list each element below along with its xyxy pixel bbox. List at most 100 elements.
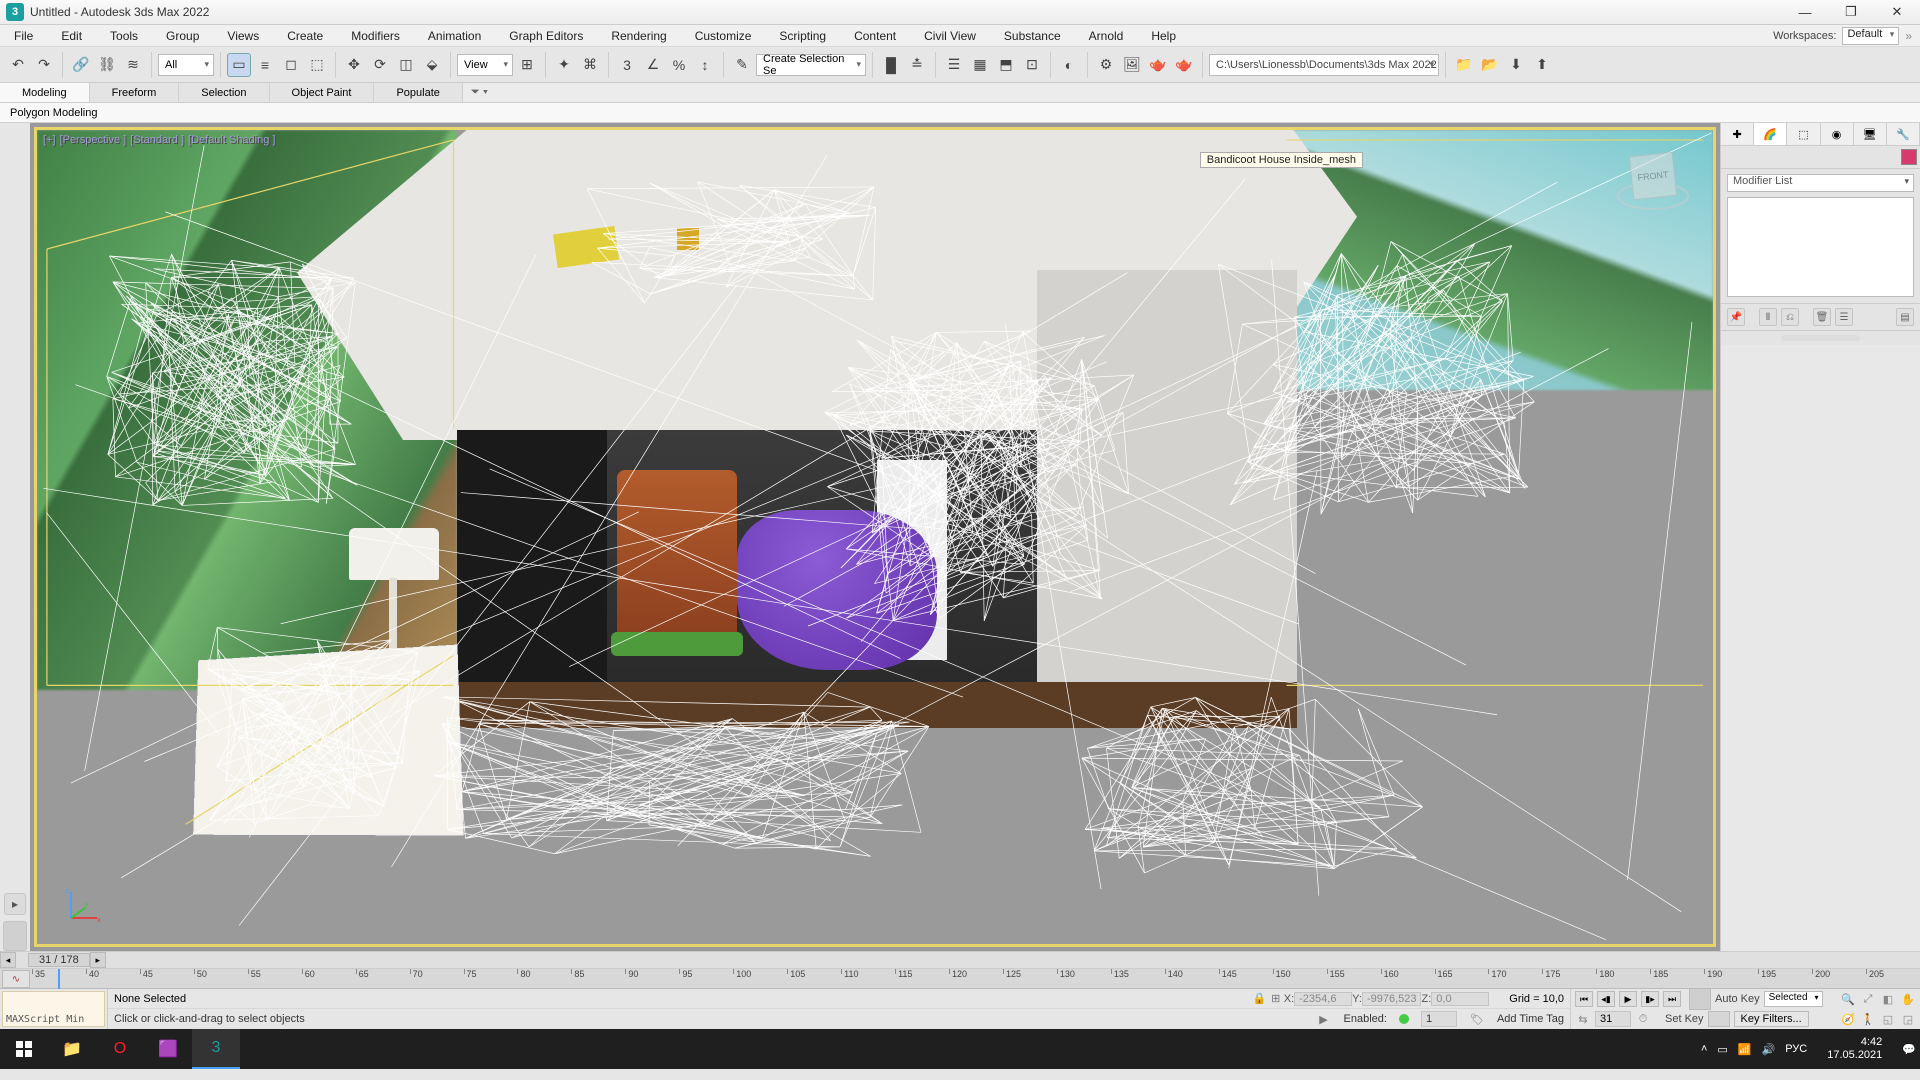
tray-notifications-icon[interactable]: 💬 (1902, 1043, 1916, 1056)
menu-create[interactable]: Create (273, 25, 337, 47)
z-field[interactable]: 0,0 (1431, 992, 1489, 1006)
selection-filter-dropdown[interactable]: All (158, 54, 214, 76)
import-button[interactable]: ⬇ (1504, 53, 1528, 77)
x-field[interactable]: -2354,6 (1294, 992, 1352, 1006)
current-frame-field[interactable]: 31 (1595, 1011, 1631, 1027)
system-tray[interactable]: ˄ ▭ 📶 🔊 РУС 4:42 17.05.2021 💬 (1701, 1036, 1920, 1062)
rectangle-region-button[interactable]: ◻ (279, 53, 303, 77)
cmd-tab-create[interactable]: ✚ (1721, 123, 1754, 145)
mirror-button[interactable]: ▐▌ (879, 53, 903, 77)
time-config-icon[interactable]: ⏱ (1635, 1011, 1651, 1027)
script-macro-icon[interactable]: ▶ (1316, 1011, 1332, 1027)
perspective-viewport[interactable]: [+] [Perspective ] [Standard ] [Default … (34, 127, 1716, 947)
link-button[interactable]: 🔗 (69, 53, 93, 77)
maximize-button[interactable]: ❐ (1828, 0, 1874, 25)
object-color-chip[interactable] (1901, 149, 1917, 165)
menu-animation[interactable]: Animation (414, 25, 495, 47)
scene-explorer-toggle-button[interactable]: ▸ (4, 893, 26, 915)
manipulate-button[interactable]: ✦ (552, 53, 576, 77)
scale-button[interactable]: ◫ (394, 53, 418, 77)
rotate-button[interactable]: ⟳ (368, 53, 392, 77)
stack-options-button[interactable]: ▤ (1896, 308, 1914, 326)
ref-coord-dropdown[interactable]: View (457, 54, 513, 76)
menu-graph-editors[interactable]: Graph Editors (495, 25, 597, 47)
make-unique-button[interactable]: ⎌ (1781, 308, 1799, 326)
menu-modifiers[interactable]: Modifiers (337, 25, 414, 47)
angle-snap-button[interactable]: ∠ (641, 53, 665, 77)
open-project-button[interactable]: 📂 (1478, 53, 1502, 77)
viewcube[interactable]: FRONT (1617, 144, 1689, 216)
percent-snap-button[interactable]: % (667, 53, 691, 77)
ribbon-tab-populate[interactable]: Populate (374, 83, 462, 102)
placement-button[interactable]: ⬙ (420, 53, 444, 77)
spinner-snap-button[interactable]: ↕ (693, 53, 717, 77)
undo-button[interactable]: ↶ (6, 53, 30, 77)
tray-cloud-icon[interactable]: ▭ (1717, 1043, 1727, 1056)
ribbon-tab-freeform[interactable]: Freeform (90, 83, 180, 102)
orbit-icon[interactable]: 🧭 (1840, 1011, 1856, 1027)
workspaces-dropdown[interactable]: Default (1842, 27, 1899, 45)
key-target-dropdown[interactable]: Selected (1764, 991, 1823, 1007)
cmd-tab-motion[interactable]: ◉ (1821, 123, 1854, 145)
menu-rendering[interactable]: Rendering (597, 25, 680, 47)
goto-start-button[interactable]: ⏮ (1575, 991, 1593, 1007)
schematic-view-button[interactable]: ⊡ (1020, 53, 1044, 77)
menu-content[interactable]: Content (840, 25, 910, 47)
taskbar-opera-icon[interactable]: O (96, 1029, 144, 1069)
trackbar-ruler[interactable]: 3540455055606570758085909510010511011512… (32, 969, 1920, 988)
snap-toggle-button[interactable]: 3 (615, 53, 639, 77)
menu-group[interactable]: Group (152, 25, 213, 47)
time-slider-left[interactable]: ◂ (0, 952, 16, 968)
track-bar[interactable]: ∿ 35404550556065707580859095100105110115… (0, 969, 1920, 989)
walk-icon[interactable]: 🚶 (1860, 1011, 1876, 1027)
ribbon-tab-selection[interactable]: Selection (179, 83, 269, 102)
select-object-button[interactable]: ▭ (227, 53, 251, 77)
unlink-button[interactable]: ⛓ (95, 53, 119, 77)
zoom-ext-icon[interactable]: ⤢ (1860, 991, 1876, 1007)
render-last-button[interactable]: 🫖 (1172, 53, 1196, 77)
add-time-tag[interactable]: Add Time Tag (1497, 1013, 1564, 1025)
lock-selection-icon[interactable]: 🔒 (1252, 991, 1268, 1007)
tray-language[interactable]: РУС (1785, 1043, 1807, 1055)
ribbon-tab-objectpaint[interactable]: Object Paint (270, 83, 375, 102)
toggle-ribbon-button[interactable]: ▦ (968, 53, 992, 77)
ribbon-panel-polymodeling[interactable]: Polygon Modeling (10, 107, 97, 119)
edit-selection-button[interactable]: ✎ (730, 53, 754, 77)
viewport-label[interactable]: [+] [Perspective ] [Standard ] [Default … (43, 134, 275, 146)
export-button[interactable]: ⬆ (1530, 53, 1554, 77)
named-selection-dropdown[interactable]: Create Selection Se (756, 54, 866, 76)
prev-frame-button[interactable]: ◂▮ (1597, 991, 1615, 1007)
cmd-tab-display[interactable]: 🖥 (1854, 123, 1887, 145)
set-project-button[interactable]: 📁 (1452, 53, 1476, 77)
menu-tools[interactable]: Tools (96, 25, 152, 47)
tray-clock[interactable]: 4:42 17.05.2021 (1817, 1036, 1892, 1062)
play-button[interactable]: ▶ (1619, 991, 1637, 1007)
curve-editor-button[interactable]: ⬒ (994, 53, 1018, 77)
layer-explorer-button[interactable]: ☰ (942, 53, 966, 77)
tray-volume-icon[interactable]: 🔊 (1762, 1043, 1776, 1056)
set-key-button[interactable] (1708, 1011, 1730, 1027)
tray-wifi-icon[interactable]: 📶 (1738, 1043, 1752, 1056)
render-setup-button[interactable]: ⚙ (1094, 53, 1118, 77)
ribbon-tab-modeling[interactable]: Modeling (0, 83, 90, 102)
key-mode-icon[interactable]: ⇆ (1575, 1011, 1591, 1027)
show-end-result-button[interactable]: Ⅱ (1759, 308, 1777, 326)
min-viewport-icon[interactable]: ◲ (1900, 1011, 1916, 1027)
material-editor-button[interactable]: ◐ (1057, 53, 1081, 77)
window-crossing-button[interactable]: ⬚ (305, 53, 329, 77)
minimize-button[interactable]: — (1782, 0, 1828, 25)
fov-icon[interactable]: ◧ (1880, 991, 1896, 1007)
max-viewport-icon[interactable]: ◱ (1880, 1011, 1896, 1027)
menu-substance[interactable]: Substance (990, 25, 1075, 47)
goto-end-button[interactable]: ⏭ (1663, 991, 1681, 1007)
redo-button[interactable]: ↷ (32, 53, 56, 77)
move-button[interactable]: ✥ (342, 53, 366, 77)
taskbar-3dsmax-icon[interactable]: 3 (192, 1029, 240, 1069)
menu-file[interactable]: File (0, 25, 47, 47)
menu-customize[interactable]: Customize (681, 25, 766, 47)
render-frame-button[interactable]: 🖼 (1120, 53, 1144, 77)
menu-arnold[interactable]: Arnold (1075, 25, 1138, 47)
cmd-tab-utilities[interactable]: 🔧 (1887, 123, 1920, 145)
y-field[interactable]: -9976,523 (1362, 992, 1422, 1006)
menu-edit[interactable]: Edit (47, 25, 96, 47)
